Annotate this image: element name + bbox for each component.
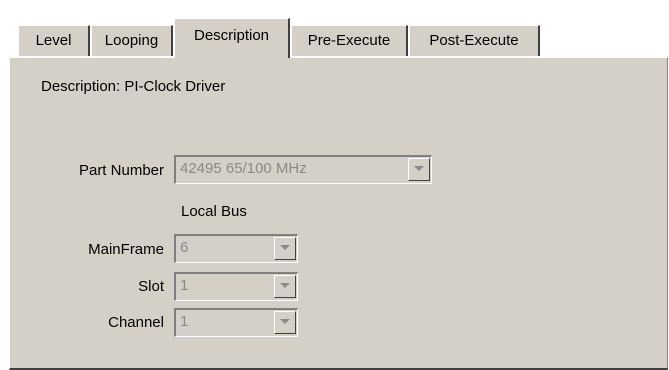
tab-description[interactable]: Description [174,18,290,58]
tab-level-label: Level [35,32,72,49]
part-number-dropdown-button[interactable] [408,158,430,181]
chevron-down-icon [414,166,424,171]
chevron-down-icon [280,283,290,288]
mainframe-combo[interactable]: 6 [174,234,298,263]
channel-combo[interactable]: 1 [174,308,298,337]
tab-description-label: Description [193,27,270,44]
slot-dropdown-button[interactable] [274,275,296,298]
tab-level[interactable]: Level [18,25,90,56]
tab-pre-execute[interactable]: Pre-Execute [291,25,408,56]
mainframe-value: 6 [180,239,189,256]
chevron-down-icon [280,319,290,324]
description-text: Description: PI-Clock Driver [41,78,225,95]
part-number-combo[interactable]: 42495 65/100 MHz [174,155,432,184]
tab-post-execute[interactable]: Post-Execute [409,25,540,56]
description-value: PI-Clock Driver [124,78,226,95]
tab-looping[interactable]: Looping [91,25,173,56]
slot-combo[interactable]: 1 [174,272,298,301]
part-number-value: 42495 65/100 MHz [180,160,307,177]
tab-strip: Level Looping Description Pre-Execute Po… [0,0,669,58]
channel-dropdown-button[interactable] [274,311,296,334]
mainframe-label: MainFrame [88,241,164,258]
channel-value: 1 [180,313,189,330]
tab-pre-execute-label: Pre-Execute [307,32,391,49]
slot-label: Slot [138,278,164,295]
tab-post-execute-label: Post-Execute [429,32,519,49]
part-number-label: Part Number [78,162,164,179]
slot-value: 1 [180,277,189,294]
local-bus-heading: Local Bus [181,203,247,220]
description-label: Description: [41,78,121,95]
tab-looping-label: Looping [104,32,159,49]
channel-label: Channel [108,314,164,331]
chevron-down-icon [280,245,290,250]
description-panel: Description: PI-Clock Driver Part Number… [9,57,668,370]
mainframe-dropdown-button[interactable] [274,237,296,260]
